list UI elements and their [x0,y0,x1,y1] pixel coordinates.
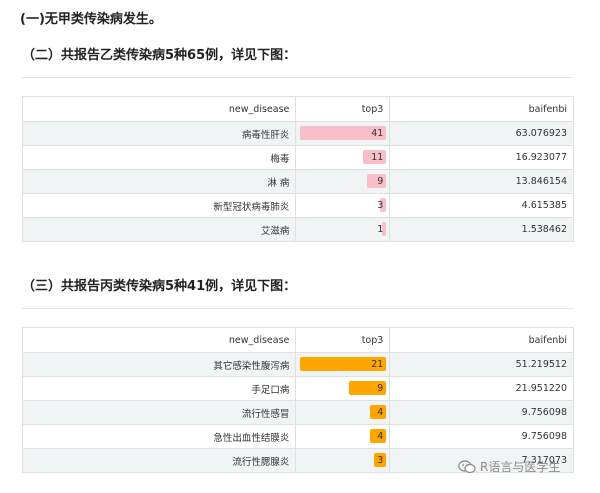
table-row: 病毒性肝炎 41 63.076923 [21,121,574,146]
table-class-b: new_disease top3 baifenbi 病毒性肝炎 41 63.0769… [21,96,574,242]
count-value: 11 [371,152,384,163]
count-value: 4 [377,407,384,418]
table-class-c: new_disease top3 baifenbi 其它感染性腹泻病 21 51.2… [21,327,574,473]
header-baifenbi[interactable]: baifenbi [389,96,574,122]
percent-cell: 13.846154 [389,169,574,194]
divider [22,308,573,309]
table-row: 新型冠状病毒肺炎 3 4.615385 [21,193,574,218]
heading-class-a: (一)无甲类传染病发生。 [20,12,162,27]
count-bar-cell: 1 [295,217,391,242]
count-bar-cell: 11 [295,145,391,170]
header-top3[interactable]: top3 [295,327,391,353]
count-value: 3 [377,455,384,466]
count-value: 9 [377,176,384,187]
count-bar-cell: 21 [295,352,391,377]
disease-name-cell: 淋 病 [21,169,297,194]
disease-name-cell: 流行性感冒 [21,400,297,425]
count-value: 1 [377,224,384,235]
table-row: 艾滋病 1 1.538462 [21,217,574,242]
table-row: 梅毒 11 16.923077 [21,145,574,170]
table-header-row: new_disease top3 baifenbi [21,96,574,122]
wechat-icon [458,460,476,474]
disease-name-cell: 艾滋病 [21,217,297,242]
header-top3[interactable]: top3 [295,96,391,122]
disease-name-cell: 新型冠状病毒肺炎 [21,193,297,218]
percent-cell: 1.538462 [389,217,574,242]
table-row: 流行性感冒 4 9.756098 [21,400,574,425]
watermark-text: R语言与医学生 [480,460,561,474]
table-row: 淋 病 9 13.846154 [21,169,574,194]
percent-cell: 16.923077 [389,145,574,170]
disease-name-cell: 病毒性肝炎 [21,121,297,146]
count-bar-cell: 4 [295,424,391,449]
header-new-disease[interactable]: new_disease [21,327,297,353]
disease-name-cell: 手足口病 [21,376,297,401]
table-row: 急性出血性结膜炎 4 9.756098 [21,424,574,449]
heading-class-b: （二）共报告乙类传染病5种65例，详见下图： [22,48,297,63]
percent-cell: 63.076923 [389,121,574,146]
percent-cell: 9.756098 [389,424,574,449]
table-row: 其它感染性腹泻病 21 51.219512 [21,352,574,377]
header-baifenbi[interactable]: baifenbi [389,327,574,353]
percent-cell: 51.219512 [389,352,574,377]
count-bar-cell: 9 [295,169,391,194]
percent-cell: 9.756098 [389,400,574,425]
header-new-disease[interactable]: new_disease [21,96,297,122]
count-value: 9 [377,383,384,394]
count-value: 3 [377,200,384,211]
disease-name-cell: 其它感染性腹泻病 [21,352,297,377]
table-header-row: new_disease top3 baifenbi [21,327,574,353]
count-bar-cell: 3 [295,193,391,218]
count-value: 41 [371,128,384,139]
percent-cell: 4.615385 [389,193,574,218]
disease-name-cell: 梅毒 [21,145,297,170]
count-bar-cell: 3 [295,448,391,473]
count-bar-cell: 9 [295,376,391,401]
disease-name-cell: 急性出血性结膜炎 [21,424,297,449]
watermark: R语言与医学生 [458,458,560,475]
count-bar-cell: 4 [295,400,391,425]
percent-cell: 21.951220 [389,376,574,401]
disease-name-cell: 流行性腮腺炎 [21,448,297,473]
count-bar-cell: 41 [295,121,391,146]
count-value: 21 [371,359,384,370]
divider [22,77,573,78]
table-row: 手足口病 9 21.951220 [21,376,574,401]
heading-class-c: （三）共报告丙类传染病5种41例，详见下图： [22,279,297,294]
count-value: 4 [377,431,384,442]
